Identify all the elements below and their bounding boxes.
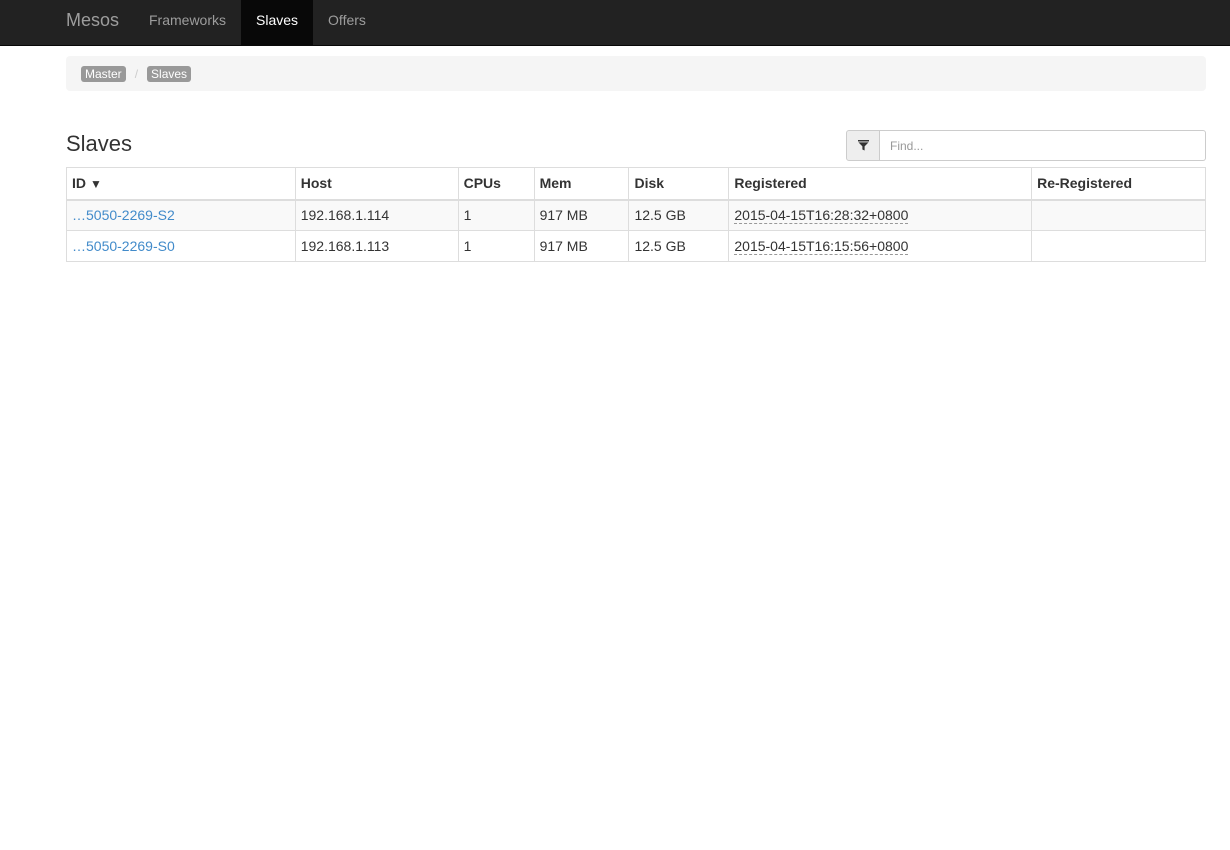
column-header-cpus[interactable]: CPUs (457, 167, 535, 201)
cell-reregistered (1031, 199, 1206, 231)
cell-mem: 917 MB (533, 230, 630, 262)
main-nav: Frameworks Slaves Offers (134, 0, 381, 45)
column-header-id[interactable]: ID ▼ (66, 167, 296, 201)
sort-desc-icon: ▼ (90, 177, 102, 192)
registered-timestamp: 2015-04-15T16:28:32+0800 (734, 207, 909, 225)
cell-id: …5050-2269-S2 (66, 199, 296, 231)
breadcrumb-slaves: Slaves (147, 65, 192, 82)
breadcrumb: Master / Slaves (66, 56, 1206, 91)
slaves-table: ID ▼ Host CPUs Mem Disk Registered Re-Reg… (66, 167, 1206, 262)
column-header-registered[interactable]: Registered (728, 167, 1033, 201)
table-header-row: ID ▼ Host CPUs Mem Disk Registered Re-Reg… (66, 167, 1206, 201)
cell-host: 192.168.1.113 (294, 230, 459, 262)
registered-timestamp: 2015-04-15T16:15:56+0800 (734, 238, 909, 255)
cell-disk: 12.5 GB (628, 230, 730, 262)
cell-registered: 2015-04-15T16:28:32+0800 (728, 199, 1033, 231)
cell-reregistered (1031, 230, 1206, 262)
slave-id-link[interactable]: …5050-2269-S2 (72, 207, 175, 223)
cell-registered: 2015-04-15T16:15:56+0800 (728, 230, 1033, 262)
breadcrumb-separator: / (134, 66, 139, 81)
nav-item-offers[interactable]: Offers (313, 0, 381, 45)
cell-disk: 12.5 GB (628, 199, 730, 231)
search-group (846, 130, 1206, 161)
column-header-host[interactable]: Host (294, 167, 459, 201)
filter-icon-glyph (857, 140, 869, 151)
column-header-reregistered[interactable]: Re-Registered (1031, 167, 1206, 201)
slave-id-link[interactable]: …5050-2269-S0 (72, 238, 175, 254)
cell-host: 192.168.1.114 (294, 199, 459, 231)
search-input[interactable] (880, 130, 1206, 161)
brand-logo-link[interactable]: Mesos (66, 0, 119, 45)
cell-cpus: 1 (457, 199, 535, 231)
nav-item-slaves[interactable]: Slaves (241, 0, 314, 45)
cell-id: …5050-2269-S0 (66, 230, 296, 262)
table-row: …5050-2269-S2 192.168.1.114 1 917 MB 12.… (66, 199, 1206, 231)
column-header-id-label: ID (72, 175, 86, 192)
column-header-disk[interactable]: Disk (628, 167, 730, 201)
top-navbar: Mesos Frameworks Slaves Offers (0, 0, 1230, 46)
table-row: …5050-2269-S0 192.168.1.113 1 917 MB 12.… (66, 230, 1206, 262)
cell-mem: 917 MB (533, 199, 630, 231)
breadcrumb-master[interactable]: Master (81, 65, 126, 82)
page-title: Slaves (66, 131, 133, 156)
column-header-mem[interactable]: Mem (533, 167, 630, 201)
filter-icon[interactable] (846, 130, 880, 161)
nav-item-frameworks[interactable]: Frameworks (134, 0, 241, 45)
cell-cpus: 1 (457, 230, 535, 262)
